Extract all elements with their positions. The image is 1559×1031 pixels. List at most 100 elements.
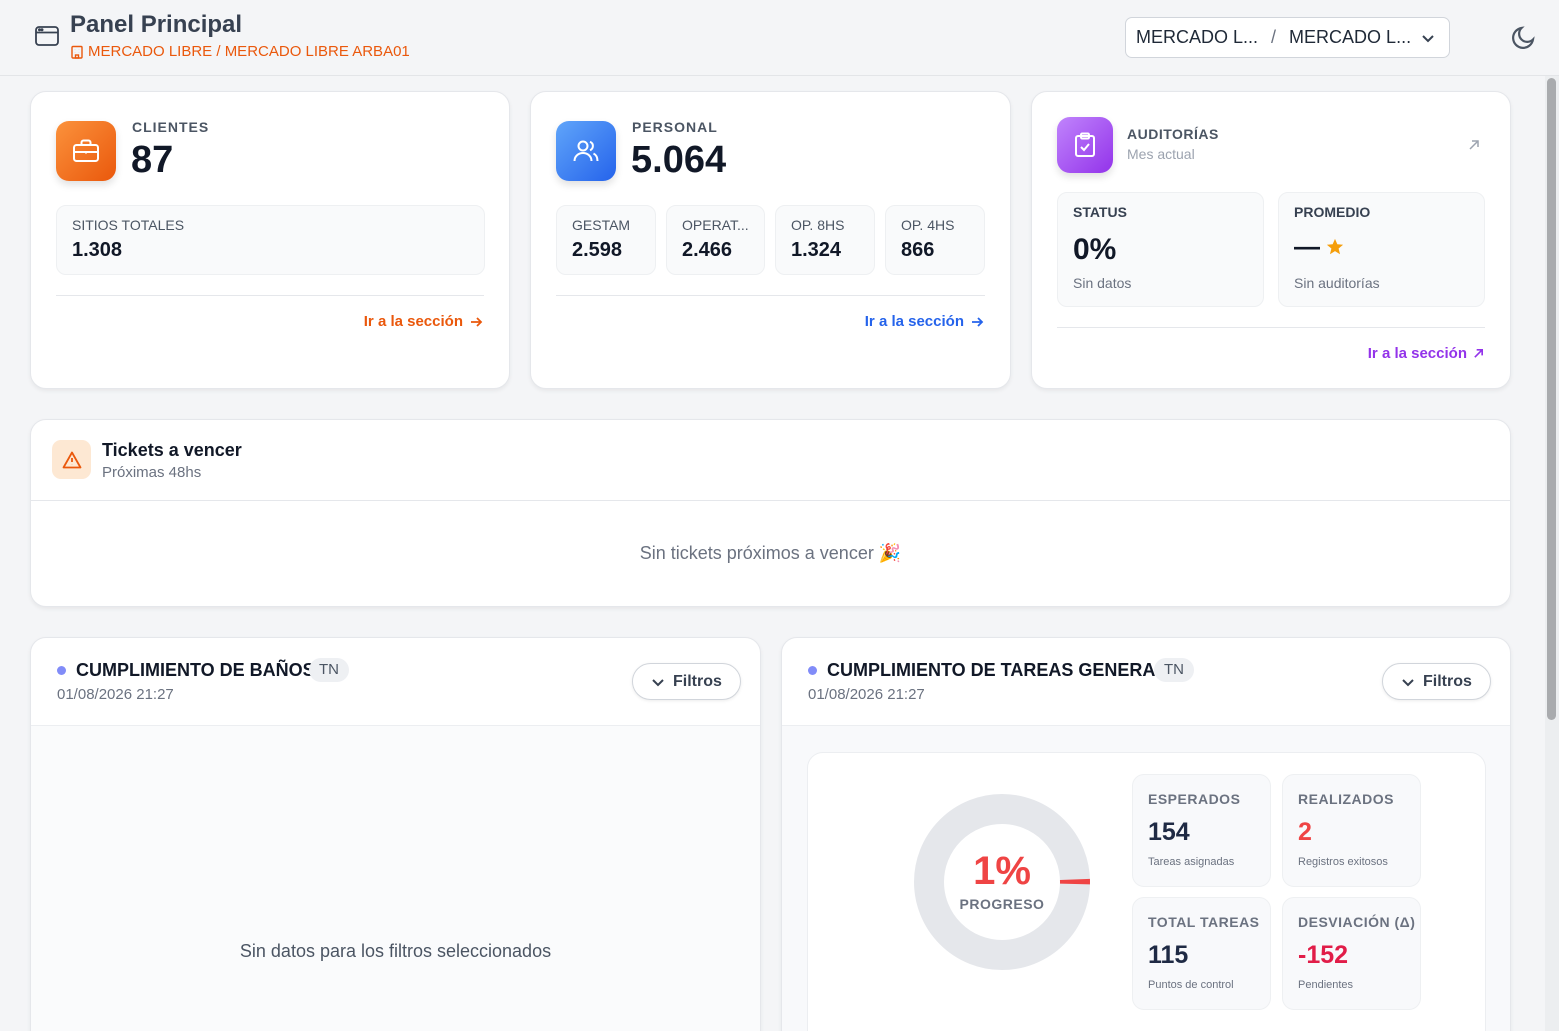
- progress-value: 1%: [973, 849, 1031, 893]
- chevron-down-icon: [1402, 678, 1414, 686]
- metric-label: DESVIACIÓN (Δ): [1298, 914, 1416, 930]
- tickets-empty-message: Sin tickets próximos a vencer 🎉: [639, 543, 902, 563]
- progress-label: PROGRESO: [959, 896, 1045, 912]
- clientes-card: CLIENTES 87 SITIOS TOTALES 1.308 Ir a la…: [30, 91, 510, 389]
- status-dot: [57, 666, 66, 675]
- metric-total-tareas: TOTAL TAREAS 115 Puntos de control: [1132, 897, 1271, 1010]
- selector-separator: /: [1271, 27, 1277, 47]
- divider: [556, 295, 985, 296]
- tickets-title: Tickets a vencer: [102, 440, 242, 460]
- status-note: Sin datos: [1073, 275, 1132, 291]
- tareas-filter-button[interactable]: Filtros: [1382, 663, 1491, 700]
- promedio-note: Sin auditorías: [1294, 275, 1380, 291]
- clientes-icon-box: [56, 121, 116, 181]
- personal-label: PERSONAL: [632, 119, 718, 135]
- shift-badge: TN: [1154, 658, 1194, 682]
- arrow-right-icon: [471, 316, 483, 327]
- divider: [1057, 327, 1485, 328]
- metric-note: Pendientes: [1298, 979, 1354, 991]
- personal-link-label: Ir a la sección: [864, 313, 964, 330]
- tareas-card: CUMPLIMIENTO DE TAREAS GENERAL TN 01/08/…: [781, 637, 1511, 1031]
- metric-note: Registros exitosos: [1298, 856, 1388, 868]
- banos-title: CUMPLIMIENTO DE BAÑOS: [76, 660, 315, 680]
- tareas-title: CUMPLIMIENTO DE TAREAS GENERAL: [827, 660, 1167, 680]
- personal-value: 5.064: [631, 139, 727, 181]
- metric-realizados: REALIZADOS 2 Registros exitosos: [1282, 774, 1421, 887]
- metric-label: TOTAL TAREAS: [1148, 914, 1260, 930]
- arrow-up-right-icon[interactable]: [1468, 139, 1480, 151]
- tareas-date: 01/08/2026 21:27: [808, 686, 925, 703]
- tickets-icon-box: [52, 440, 91, 479]
- tickets-card: Tickets a vencer Próximas 48hs Sin ticke…: [30, 419, 1511, 607]
- banos-card: CUMPLIMIENTO DE BAÑOS TN 01/08/2026 21:2…: [30, 637, 761, 1031]
- metric-value: -152: [1298, 941, 1349, 969]
- promedio-label: PROMEDIO: [1294, 204, 1371, 220]
- auditorias-card: AUDITORÍAS Mes actual STATUS 0% Sin dato…: [1031, 91, 1511, 389]
- top-header: Panel Principal MERCADO LIBRE / MERCADO …: [0, 0, 1559, 76]
- divider: [56, 295, 484, 296]
- clientes-label: CLIENTES: [132, 119, 210, 135]
- promedio-box: PROMEDIO — Sin auditorías: [1278, 192, 1485, 307]
- status-label: STATUS: [1073, 204, 1127, 220]
- personal-sub-box: OPERAT... 2.466: [666, 205, 765, 275]
- star-icon: [1326, 238, 1344, 254]
- sitios-totales-value: 1.308: [72, 239, 123, 261]
- tickets-subtitle: Próximas 48hs: [102, 464, 202, 481]
- filter-label: Filtros: [673, 672, 722, 690]
- personal-sub-label: OPERAT...: [682, 217, 749, 233]
- promedio-value: —: [1294, 231, 1320, 261]
- clientes-value: 87: [131, 139, 174, 181]
- auditorias-section-link[interactable]: Ir a la sección: [1368, 345, 1484, 362]
- metric-note: Puntos de control: [1148, 979, 1234, 991]
- breadcrumb-text: MERCADO LIBRE / MERCADO LIBRE ARBA01: [88, 43, 410, 60]
- personal-sub-box: GESTAM 2.598: [556, 205, 656, 275]
- arrow-right-icon: [972, 316, 984, 327]
- metric-value: 115: [1148, 941, 1189, 969]
- briefcase-icon: [73, 139, 99, 162]
- breadcrumb: MERCADO LIBRE / MERCADO LIBRE ARBA01: [70, 43, 410, 60]
- divider: [31, 500, 1510, 501]
- chevron-down-icon: [1422, 35, 1434, 43]
- status-dot: [808, 666, 817, 675]
- personal-sub-label: OP. 4HS: [901, 217, 955, 233]
- metric-value: 2: [1298, 818, 1312, 846]
- sitios-totales-box: SITIOS TOTALES 1.308: [56, 205, 485, 275]
- users-icon: [573, 140, 599, 162]
- banos-empty-message: Sin datos para los filtros seleccionados: [239, 941, 552, 961]
- banos-date: 01/08/2026 21:27: [57, 686, 174, 703]
- personal-sub-label: GESTAM: [572, 217, 631, 233]
- personal-sub-value: 866: [901, 239, 935, 261]
- metric-value: 154: [1148, 818, 1190, 846]
- status-value: 0%: [1073, 233, 1117, 266]
- banos-filter-button[interactable]: Filtros: [632, 663, 741, 700]
- promedio-row: —: [1294, 231, 1344, 262]
- shift-badge: TN: [309, 658, 349, 682]
- page-title: Panel Principal: [70, 11, 243, 38]
- tareas-body: 1% PROGRESO ESPERADOS 154 Tareas asignad…: [782, 725, 1510, 1031]
- personal-sub-value: 2.466: [682, 239, 733, 261]
- personal-sub-value: 2.598: [572, 239, 623, 261]
- metric-label: REALIZADOS: [1298, 791, 1394, 807]
- building-icon: [71, 45, 83, 59]
- auditorias-sublabel: Mes actual: [1127, 146, 1195, 162]
- personal-sub-value: 1.324: [791, 239, 842, 261]
- scrollbar-thumb[interactable]: [1547, 78, 1556, 720]
- moon-icon[interactable]: [1510, 23, 1538, 51]
- clientes-section-link[interactable]: Ir a la sección: [364, 313, 483, 330]
- client-site-selector[interactable]: MERCADO L... / MERCADO L...: [1125, 17, 1450, 58]
- tareas-inner-panel: 1% PROGRESO ESPERADOS 154 Tareas asignad…: [807, 752, 1486, 1031]
- browser-window-icon: [35, 26, 59, 46]
- metric-label: ESPERADOS: [1148, 791, 1241, 807]
- personal-card: PERSONAL 5.064 GESTAM 2.598 OPERAT... 2.…: [530, 91, 1011, 389]
- personal-icon-box: [556, 121, 616, 181]
- metric-note: Tareas asignadas: [1148, 856, 1235, 868]
- sitios-totales-label: SITIOS TOTALES: [72, 217, 185, 233]
- filter-label: Filtros: [1423, 672, 1472, 690]
- personal-sub-box: OP. 4HS 866: [885, 205, 985, 275]
- personal-section-link[interactable]: Ir a la sección: [865, 313, 984, 330]
- banos-body: Sin datos para los filtros seleccionados: [31, 725, 760, 1031]
- chevron-down-icon: [652, 678, 664, 686]
- arrow-up-right-icon: [1474, 349, 1483, 358]
- personal-sub-label: OP. 8HS: [791, 217, 845, 233]
- auditorias-link-label: Ir a la sección: [1367, 345, 1467, 362]
